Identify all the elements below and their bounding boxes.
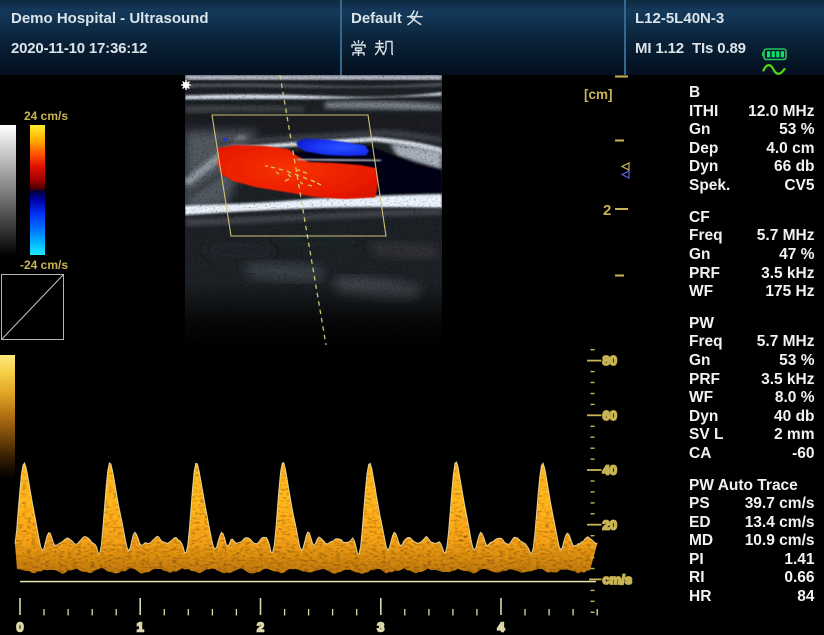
svg-text:1: 1 [137, 620, 144, 635]
svg-text:20: 20 [603, 517, 617, 532]
svg-text:4: 4 [497, 620, 505, 635]
svg-text:80: 80 [603, 353, 617, 368]
svg-text:40: 40 [603, 463, 617, 478]
svg-text:0: 0 [16, 620, 23, 635]
svg-text:2: 2 [257, 620, 264, 635]
svg-text:2: 2 [603, 202, 611, 219]
svg-text:60: 60 [603, 408, 617, 423]
svg-text:3: 3 [377, 620, 384, 635]
svg-text:cm/s: cm/s [603, 572, 633, 587]
